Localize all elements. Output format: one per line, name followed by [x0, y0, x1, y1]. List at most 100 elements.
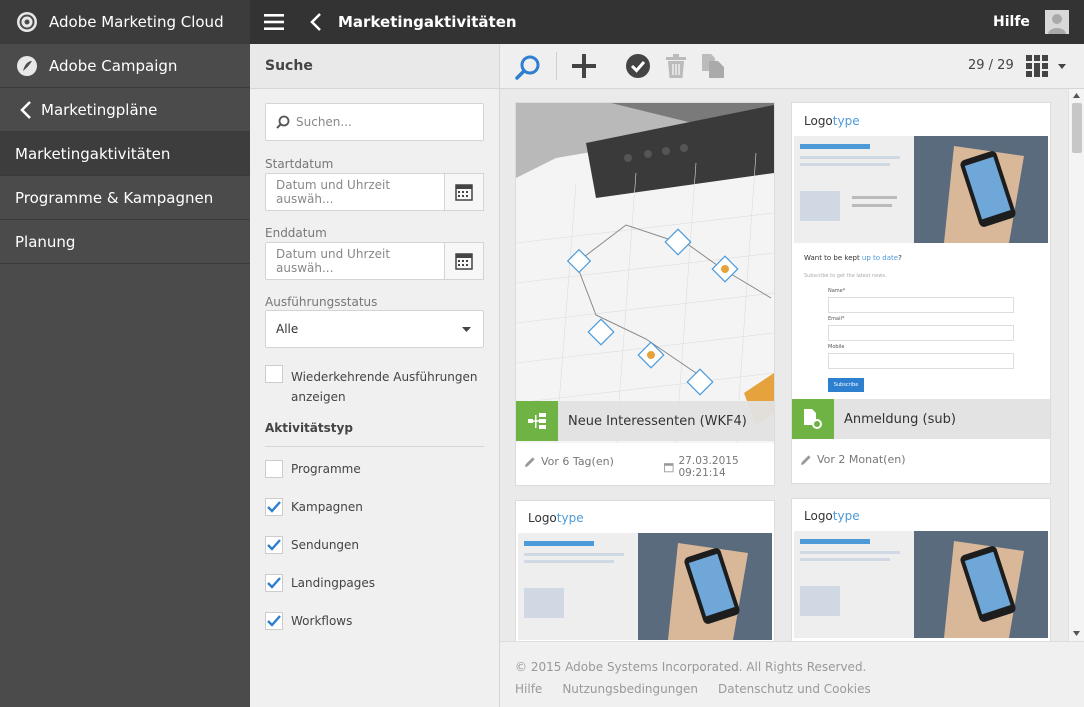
logo-part: type [832, 114, 860, 128]
nav-item-marketing-activities[interactable]: Marketingaktivitäten [0, 132, 250, 176]
type-label: Programme [291, 462, 361, 476]
checkmark-icon [267, 501, 281, 513]
checkmark-icon [267, 577, 281, 589]
modified-text: Vor 6 Tag(en) [541, 455, 614, 468]
calendar-icon [455, 253, 473, 270]
add-icon[interactable] [572, 54, 596, 78]
hamburger-menu-icon[interactable] [264, 0, 284, 44]
footer-link-terms[interactable]: Nutzungsbedingungen [562, 682, 698, 696]
status-value: Alle [276, 322, 299, 336]
calendar-icon [664, 462, 674, 472]
start-date-placeholder: Datum und Uhrzeit auswäh... [276, 178, 391, 206]
nav-item-marketing-cloud[interactable]: Adobe Marketing Cloud [0, 0, 250, 44]
logo-part: type [556, 511, 584, 525]
end-date-placeholder: Datum und Uhrzeit auswäh... [276, 247, 391, 275]
nav-item-label: Marketingaktivitäten [15, 144, 171, 163]
date-text: 27.03.2015 09:21:14 [678, 455, 739, 479]
nav-item-label: Adobe Campaign [49, 56, 178, 75]
nav-item-programs-campaigns[interactable]: Programme & Kampagnen [0, 176, 250, 220]
type-label: Workflows [291, 614, 353, 628]
footer-links: Hilfe Nutzungsbedingungen Datenschutz un… [515, 682, 871, 696]
form-field-name [828, 297, 1014, 313]
type-checkbox-landingpages[interactable] [265, 574, 283, 592]
activity-card[interactable]: Logotype Want to be kept up to date? Sub… [791, 102, 1051, 484]
subscribe-button: Subscribe [828, 378, 864, 392]
status-label: Ausführungsstatus [265, 295, 378, 309]
trash-icon[interactable] [666, 54, 686, 78]
filter-panel: Suche Suchen... Startdatum Datum und Uhr… [250, 44, 500, 707]
checkmark-icon [267, 539, 281, 551]
landing-page-icon [792, 399, 834, 439]
scroll-up-icon[interactable] [1073, 93, 1080, 98]
search-input[interactable]: Suchen... [265, 103, 484, 141]
form-field-email [828, 325, 1014, 341]
modified-text: Vor 2 Monat(en) [817, 453, 906, 466]
app-root: Adobe Marketing Cloud Adobe Campaign Mar… [0, 0, 1084, 707]
caret-down-icon[interactable] [1058, 64, 1066, 69]
footer: © 2015 Adobe Systems Incorporated. All R… [500, 641, 1084, 707]
type-checkbox-workflows[interactable] [265, 612, 283, 630]
recurring-label: Wiederkehrende Ausführungen anzeigen [291, 370, 478, 404]
page-title: Marketingaktivitäten [338, 13, 517, 31]
caret-down-icon [462, 326, 471, 332]
help-link[interactable]: Hilfe [993, 0, 1030, 44]
user-avatar-icon[interactable] [1045, 0, 1069, 44]
start-date-input[interactable]: Datum und Uhrzeit auswäh... [265, 173, 445, 211]
recurring-checkbox[interactable] [265, 365, 283, 383]
search-icon [276, 115, 290, 129]
form-label-name: Name* [828, 288, 846, 294]
pencil-icon [801, 454, 811, 465]
nav-item-planning[interactable]: Planung [0, 220, 250, 264]
pencil-icon [525, 456, 535, 467]
logo-part: Logo [804, 114, 833, 128]
device-mockup-image [518, 533, 772, 640]
card-title: Anmeldung (sub) [844, 411, 956, 427]
card-title-bar: Anmeldung (sub) [792, 399, 1050, 439]
toolbar: 29 / 29 [500, 44, 1084, 89]
end-date-label: Enddatum [265, 226, 327, 240]
filter-title: Suche [250, 44, 499, 89]
back-chevron-icon[interactable] [310, 0, 322, 44]
card-modified: Vor 6 Tag(en) [524, 455, 614, 468]
logo-part: Logo [804, 509, 833, 523]
approve-check-icon[interactable] [626, 54, 650, 78]
device-mockup-image [794, 531, 1048, 638]
activity-type-heading: Aktivitätstyp [265, 421, 353, 435]
nav-item-label: Marketingpläne [41, 100, 158, 119]
checkmark-icon [267, 615, 281, 627]
subscribe-question: Want to be kept up to date? [804, 254, 902, 262]
start-date-label: Startdatum [265, 157, 334, 171]
type-label: Sendungen [291, 538, 360, 552]
search-icon[interactable] [515, 54, 541, 80]
scrollbar-thumb[interactable] [1072, 103, 1082, 153]
type-checkbox-kampagnen[interactable] [265, 498, 283, 516]
scrollbar[interactable] [1068, 89, 1084, 641]
start-date-calendar-button[interactable] [444, 173, 484, 211]
footer-link-privacy[interactable]: Datenschutz und Cookies [718, 682, 871, 696]
end-date-input[interactable]: Datum und Uhrzeit auswäh... [265, 242, 445, 280]
card-modified: Vor 2 Monat(en) [800, 453, 905, 466]
nav-item-campaign[interactable]: Adobe Campaign [0, 44, 250, 88]
main-content: 29 / 29 Neue Interessenten (WKF4) Vor 6 … [500, 44, 1084, 707]
adobe-campaign-icon [17, 55, 37, 76]
scroll-down-icon[interactable] [1073, 631, 1080, 636]
footer-link-help[interactable]: Hilfe [515, 682, 542, 696]
card-date: 27.03.2015 09:21:14 [664, 455, 774, 479]
type-checkbox-programme[interactable] [265, 460, 283, 478]
nav-item-marketing-plans[interactable]: Marketingpläne [0, 88, 250, 132]
activity-card[interactable]: Neue Interessenten (WKF4) Vor 6 Tag(en) … [515, 102, 775, 486]
calendar-icon [455, 184, 473, 201]
workflow-thumbnail [516, 103, 774, 443]
grid-view-icon[interactable] [1026, 55, 1048, 77]
nav-item-label: Planung [15, 232, 76, 251]
form-label-mobile: Mobile [828, 344, 845, 350]
logo-part: type [832, 509, 860, 523]
duplicate-icon[interactable] [702, 54, 724, 78]
question-text: ? [898, 254, 902, 262]
type-checkbox-sendungen[interactable] [265, 536, 283, 554]
left-navigation: Adobe Marketing Cloud Adobe Campaign Mar… [0, 0, 250, 707]
nav-item-label: Adobe Marketing Cloud [49, 12, 224, 31]
logo-text: Logotype [528, 511, 584, 525]
status-select[interactable]: Alle [265, 310, 484, 348]
end-date-calendar-button[interactable] [444, 242, 484, 280]
